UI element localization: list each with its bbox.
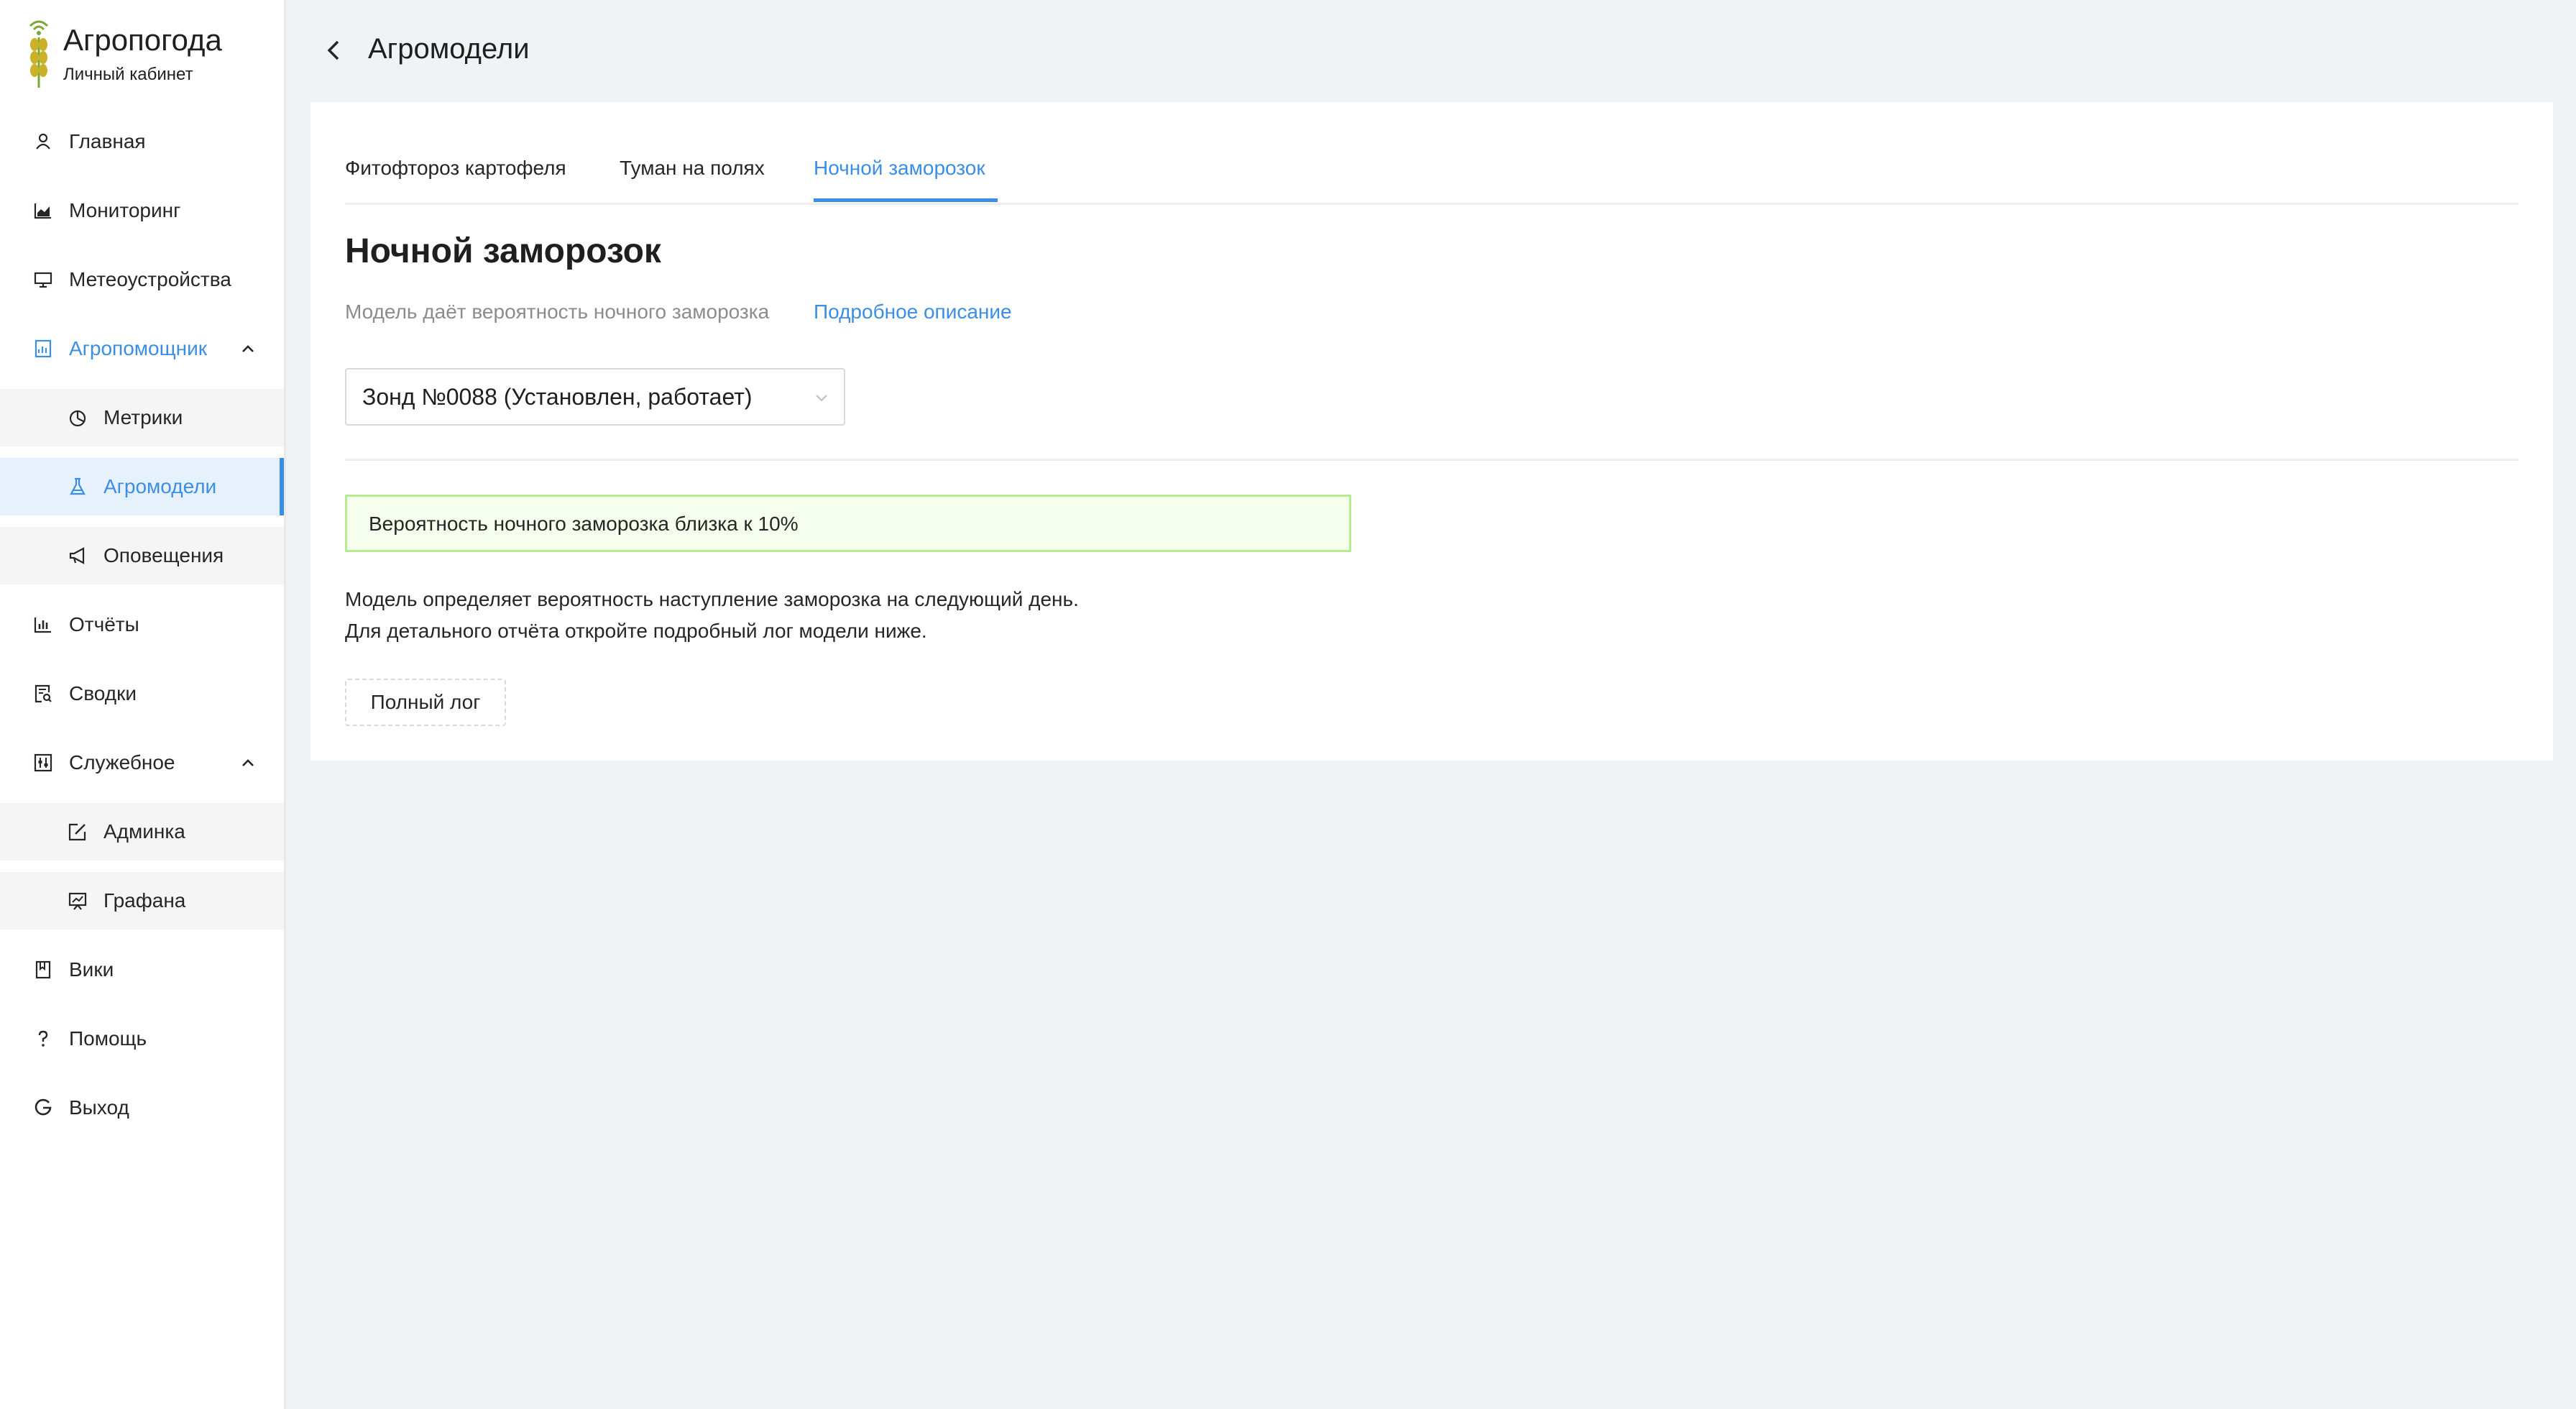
sidebar-item-label: Метеоустройства [69, 268, 231, 290]
alert-text: Вероятность ночного заморозка близка к 1… [369, 513, 799, 535]
model-explanation-line: Модель определяет вероятность наступлени… [345, 588, 1079, 610]
sidebar-item-label: Служебное [69, 751, 175, 774]
sidebar-item-agromodels[interactable]: Агромодели [0, 458, 284, 515]
flask-icon [68, 477, 88, 497]
tab-potato-blight[interactable]: Фитофтороз картофеля [345, 157, 566, 180]
sidebar-item-label: Главная [69, 130, 146, 152]
model-explanation-line: Для детального отчёта откройте подробный… [345, 620, 927, 642]
sidebar: Агропогода Личный кабинет Главная Монито… [0, 0, 286, 1409]
sidebar-item-label: Агромодели [104, 475, 217, 497]
chevron-up-icon [242, 345, 254, 352]
edit-square-icon [68, 822, 88, 842]
sidebar-item-monitoring[interactable]: Мониторинг [0, 182, 284, 239]
divider [345, 459, 2518, 461]
sidebar-item-label: Помощь [69, 1027, 147, 1050]
sidebar-item-reports[interactable]: Отчёты [0, 596, 284, 653]
bar-chart-icon [33, 615, 53, 635]
sidebar-item-metrics[interactable]: Метрики [0, 389, 284, 446]
sidebar-item-label: Графана [104, 889, 186, 912]
brand-title: Агропогода [63, 23, 222, 57]
sidebar-item-label: Отчёты [69, 613, 139, 635]
google-icon [33, 1098, 53, 1118]
model-description: Модель даёт вероятность ночного заморозк… [345, 300, 770, 323]
details-link[interactable]: Подробное описание [814, 300, 1012, 323]
sidebar-item-weather-devices[interactable]: Метеоустройства [0, 251, 284, 308]
sidebar-item-label: Сводки [69, 682, 137, 704]
sidebar-item-notifications[interactable]: Оповещения [0, 527, 284, 584]
result-alert: Вероятность ночного заморозка близка к 1… [345, 495, 1351, 552]
sidebar-item-label: Админка [104, 820, 185, 843]
fund-projection-icon [68, 891, 88, 911]
sidebar-item-grafana[interactable]: Графана [0, 872, 284, 930]
sidebar-item-logout[interactable]: Выход [0, 1079, 284, 1137]
page-title: Агромодели [368, 33, 530, 65]
model-card: Фитофтороз картофеля Туман на полях Ночн… [310, 102, 2553, 761]
tabs-bar: Фитофтороз картофеля Туман на полях Ночн… [345, 102, 2518, 205]
back-arrow-icon[interactable] [322, 36, 345, 65]
pie-chart-icon [68, 408, 88, 428]
book-icon [33, 960, 53, 980]
sidebar-item-main[interactable]: Главная [0, 113, 284, 170]
area-chart-icon [33, 201, 53, 221]
sidebar-item-label: Метрики [104, 406, 183, 428]
report-icon [33, 339, 53, 359]
question-icon [33, 1029, 53, 1049]
full-log-button[interactable]: Полный лог [345, 679, 506, 726]
sidebar-item-admin[interactable]: Админка [0, 803, 284, 860]
device-select-value: Зонд №0088 (Установлен, работает) [362, 384, 753, 410]
sidebar-item-label: Агропомощник [69, 337, 207, 359]
wheat-logo-icon [29, 20, 49, 88]
brand-subtitle: Личный кабинет [63, 65, 193, 84]
sidebar-item-service[interactable]: Служебное [0, 734, 284, 791]
megaphone-icon [68, 546, 88, 566]
tab-night-frost[interactable]: Ночной заморозок [814, 157, 985, 180]
tab-field-fog[interactable]: Туман на полях [620, 157, 765, 180]
sidebar-item-label: Оповещения [104, 544, 224, 566]
chevron-up-icon [242, 759, 254, 766]
sidebar-item-summaries[interactable]: Сводки [0, 665, 284, 722]
tab-ink-bar [814, 198, 998, 202]
sidebar-item-label: Выход [69, 1096, 129, 1119]
control-icon [33, 753, 53, 773]
chevron-down-icon [816, 395, 827, 402]
sidebar-item-help[interactable]: Помощь [0, 1010, 284, 1068]
sidebar-item-wiki[interactable]: Вики [0, 941, 284, 999]
sidebar-item-agro-assistant[interactable]: Агропомощник [0, 320, 284, 377]
file-search-icon [33, 684, 53, 704]
model-title: Ночной заморозок [345, 232, 661, 270]
user-icon [33, 132, 53, 152]
desktop-icon [33, 270, 53, 290]
sidebar-item-label: Вики [69, 958, 114, 981]
sidebar-item-label: Мониторинг [69, 199, 181, 221]
device-select[interactable]: Зонд №0088 (Установлен, работает) [345, 368, 845, 426]
